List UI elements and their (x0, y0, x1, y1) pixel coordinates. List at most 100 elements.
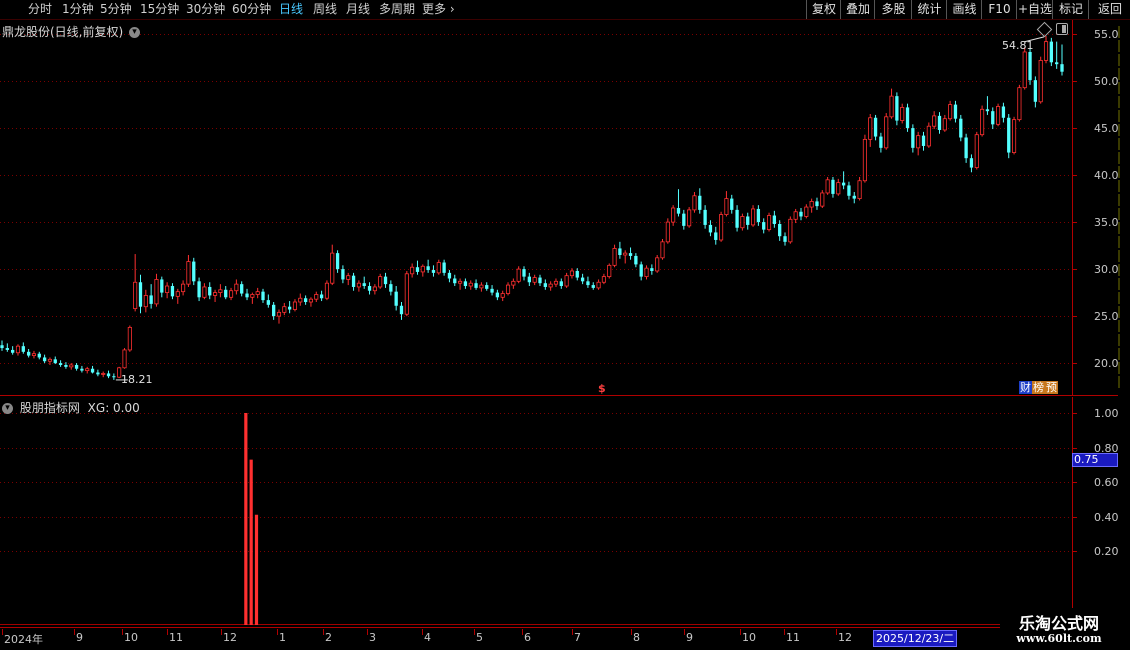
candle-body[interactable] (351, 275, 356, 287)
candle-body[interactable] (490, 288, 494, 293)
window-icon[interactable] (1056, 23, 1068, 35)
candle-body[interactable] (500, 293, 505, 298)
candle-body[interactable] (985, 109, 990, 112)
toolbar-button-7[interactable]: 标记 (1052, 0, 1089, 19)
candle-body[interactable] (213, 292, 218, 296)
candle-body[interactable] (314, 294, 319, 300)
candle-body[interactable] (1001, 106, 1006, 118)
candle-body[interactable] (410, 266, 415, 275)
toolbar-button-3[interactable]: 统计 (911, 0, 947, 19)
candle-body[interactable] (234, 283, 239, 292)
candle-body[interactable] (335, 253, 340, 270)
candle-body[interactable] (31, 353, 37, 356)
candle-body[interactable] (682, 213, 686, 226)
candle-body[interactable] (586, 281, 590, 286)
candle-body[interactable] (101, 373, 106, 375)
candle-body[interactable] (1033, 80, 1038, 102)
candle-body[interactable] (0, 345, 4, 349)
candle-body[interactable] (495, 292, 500, 298)
candle-body[interactable] (591, 285, 595, 288)
period-tab-4[interactable]: 30分钟 (186, 1, 225, 18)
candle-body[interactable] (165, 285, 170, 293)
candle-body[interactable] (889, 95, 894, 118)
candle-body[interactable] (394, 291, 398, 306)
candle-body[interactable] (383, 276, 388, 285)
candle-body[interactable] (468, 282, 473, 287)
candle-body[interactable] (463, 281, 468, 287)
period-tab-2[interactable]: 5分钟 (100, 1, 132, 18)
candle-body[interactable] (698, 195, 702, 210)
badge-yu[interactable]: 预 (1045, 381, 1058, 394)
candle-body[interactable] (538, 277, 542, 284)
candle-body[interactable] (362, 283, 366, 287)
candle-body[interactable] (53, 359, 57, 364)
candle-body[interactable] (287, 306, 292, 310)
candle-body[interactable] (1060, 64, 1064, 72)
candle-body[interactable] (756, 208, 761, 223)
candle-body[interactable] (650, 268, 654, 271)
candle-body[interactable] (420, 265, 425, 273)
candle-body[interactable] (292, 301, 298, 310)
candle-body[interactable] (991, 111, 995, 125)
candle-body[interactable] (64, 364, 68, 367)
candle-body[interactable] (665, 221, 670, 243)
candle-body[interactable] (26, 351, 31, 356)
candle-body[interactable] (37, 353, 41, 358)
candle-body[interactable] (628, 253, 633, 256)
candle-body[interactable] (932, 115, 937, 127)
main-candlestick-chart[interactable] (0, 20, 1118, 396)
candle-body[interactable] (527, 276, 531, 283)
badge-bang[interactable]: 榜 (1032, 381, 1045, 394)
candle-body[interactable] (458, 280, 463, 284)
period-tab-1[interactable]: 1分钟 (62, 1, 94, 18)
candle-body[interactable] (272, 304, 276, 317)
toolbar-button-1[interactable]: 叠加 (840, 0, 875, 19)
candle-body[interactable] (687, 209, 692, 227)
candle-body[interactable] (815, 201, 819, 207)
candle-body[interactable] (655, 257, 660, 272)
indicator-chart[interactable] (0, 397, 1118, 628)
candle-body[interactable] (569, 270, 575, 277)
candle-body[interactable] (175, 291, 180, 297)
candle-body[interactable] (208, 286, 212, 296)
candle-body[interactable] (746, 216, 750, 225)
candle-body[interactable] (831, 179, 835, 194)
candle-body[interactable] (873, 117, 878, 137)
candle-body[interactable] (298, 297, 303, 303)
candle-body[interactable] (261, 291, 265, 301)
candle-body[interactable] (122, 349, 127, 369)
candle-body[interactable] (389, 284, 393, 292)
candle-body[interactable] (426, 266, 430, 271)
candle-body[interactable] (1007, 117, 1011, 153)
candle-body[interactable] (276, 311, 282, 317)
candle-body[interactable] (783, 236, 787, 242)
candle-body[interactable] (895, 96, 899, 121)
toolbar-button-6[interactable]: +自选 (1016, 0, 1053, 19)
indicator-bar[interactable] (244, 413, 248, 625)
candle-body[interactable] (346, 275, 351, 280)
candle-body[interactable] (634, 255, 638, 265)
candle-body[interactable] (708, 224, 713, 233)
candle-body[interactable] (127, 326, 132, 351)
candle-body[interactable] (186, 261, 191, 285)
candle-body[interactable] (1017, 87, 1022, 121)
period-tab-6[interactable]: 日线 (279, 1, 303, 18)
toolbar-button-2[interactable]: 多股 (874, 0, 912, 19)
candle-body[interactable] (112, 376, 116, 378)
candle-body[interactable] (1049, 41, 1053, 63)
candle-body[interactable] (324, 282, 329, 299)
indicator-bar[interactable] (249, 459, 253, 625)
candle-body[interactable] (1043, 41, 1049, 61)
candle-body[interactable] (948, 104, 953, 120)
candle-body[interactable] (740, 216, 745, 229)
period-tab-5[interactable]: 60分钟 (232, 1, 271, 18)
candle-body[interactable] (202, 286, 207, 298)
candle-body[interactable] (671, 207, 676, 223)
candle-body[interactable] (692, 195, 697, 211)
candle-body[interactable] (47, 358, 52, 362)
candle-body[interactable] (308, 298, 313, 303)
candle-body[interactable] (282, 306, 287, 313)
candle-body[interactable] (804, 206, 809, 217)
candle-body[interactable] (730, 198, 734, 210)
candle-body[interactable] (751, 208, 756, 226)
